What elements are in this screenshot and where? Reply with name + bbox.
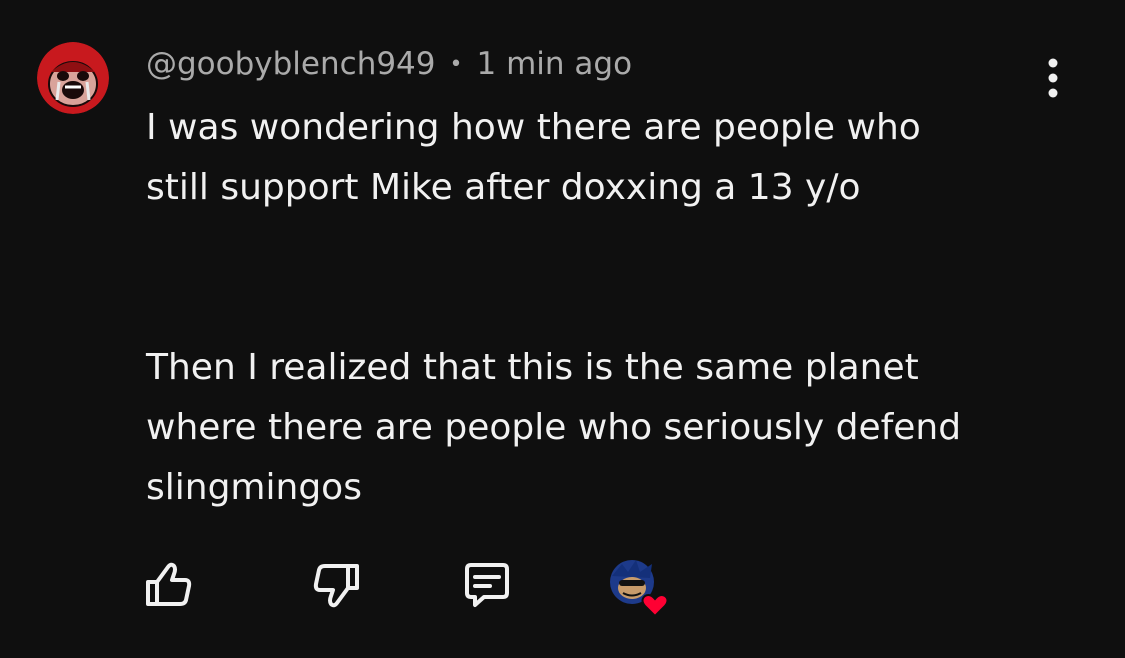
thumbs-down-icon: [313, 564, 359, 608]
like-button[interactable]: [140, 557, 196, 613]
comment-meta: @goobyblench949 • 1 min ago: [146, 44, 632, 84]
comment-paragraph: I was wondering how there are people who…: [146, 107, 921, 208]
reply-comment-icon: [465, 563, 509, 607]
creator-heart-icon: [610, 560, 669, 618]
dislike-button[interactable]: [309, 557, 365, 613]
meta-separator: •: [449, 51, 463, 77]
more-vertical-icon: [1048, 58, 1058, 98]
comment-body: I was wondering how there are people who…: [146, 98, 1046, 518]
timestamp[interactable]: 1 min ago: [477, 46, 633, 82]
username[interactable]: @goobyblench949: [146, 46, 436, 82]
comment-paragraph: Then I realized that this is the same pl…: [146, 347, 962, 508]
user-avatar[interactable]: [37, 42, 109, 114]
reply-button[interactable]: [458, 557, 514, 613]
crying-face-avatar-icon: [37, 42, 109, 114]
more-options-button[interactable]: [1036, 56, 1070, 100]
creator-heart-badge: [608, 558, 672, 618]
thumbs-up-icon: [146, 562, 192, 606]
